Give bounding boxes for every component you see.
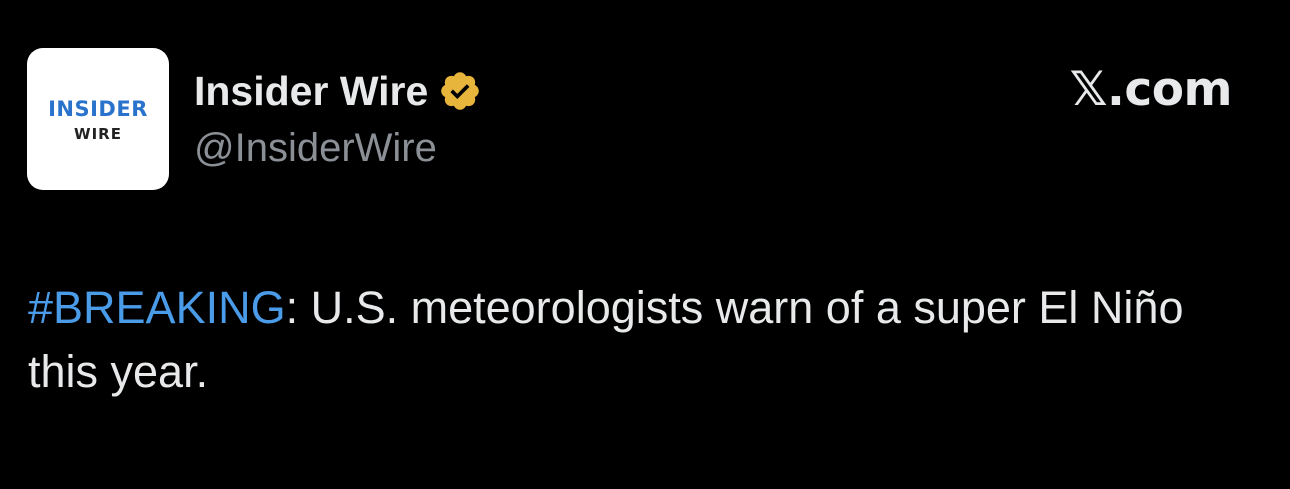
hashtag-link[interactable]: #BREAKING [28, 282, 286, 333]
display-name-row: Insider Wire [194, 66, 482, 116]
avatar[interactable]: INSIDER WIRE [27, 48, 169, 190]
avatar-logo-text-insider: INSIDER [48, 96, 148, 121]
verified-badge-icon [441, 72, 480, 110]
account-handle[interactable]: @InsiderWire [194, 128, 437, 168]
display-name[interactable]: Insider Wire [194, 70, 428, 112]
tweet-card: INSIDER WIRE Insider Wire @InsiderWire 𝕏… [0, 0, 1290, 489]
tweet-text: #BREAKING: U.S. meteorologists warn of a… [28, 276, 1248, 404]
avatar-logo-text-wire: WIRE [74, 124, 122, 143]
x-com-brand: 𝕏.com [1069, 62, 1233, 117]
